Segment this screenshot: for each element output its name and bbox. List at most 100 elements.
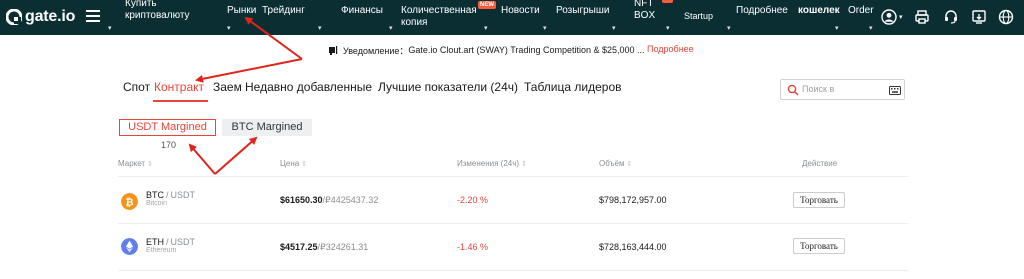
- chevron-down-icon: ▾: [869, 25, 873, 32]
- column-header-change[interactable]: Изменения (24ч) ⇕: [457, 159, 527, 168]
- column-header-market-label: Маркет: [118, 159, 146, 168]
- chevron-down-icon: ▾: [227, 25, 231, 32]
- printer-icon[interactable]: [914, 9, 930, 25]
- price-rub: /₽324261.31: [317, 242, 369, 252]
- nav-copy-trading[interactable]: Количественная копия NEW ▾: [401, 1, 496, 32]
- chevron-down-icon: ▾: [543, 25, 547, 32]
- change-cell: -1.46 %: [457, 242, 489, 252]
- nav-startup[interactable]: Startup ▾: [684, 10, 731, 32]
- base-asset: ETH: [146, 237, 164, 247]
- nav-finance-label: Финансы: [341, 5, 383, 16]
- volume-cell: $728,163,444.00: [599, 242, 667, 252]
- annotation-arrow: [214, 136, 258, 175]
- nav-giveaways[interactable]: Розыгрыши ▾: [556, 5, 616, 32]
- column-header-market[interactable]: Маркет ⇕: [118, 159, 153, 168]
- nav-startup-label: Startup: [684, 11, 714, 21]
- chevron-down-icon: ▾: [484, 25, 488, 32]
- support-icon[interactable]: [943, 9, 959, 25]
- announcement-bar[interactable]: Уведомление： Gate.io Clout.art (SWAY) Tr…: [328, 44, 694, 56]
- tab-leaderboard[interactable]: Таблица лидеров: [524, 80, 622, 94]
- tab-spot[interactable]: Спот: [123, 80, 150, 94]
- nav-buy-crypto[interactable]: Купить криптовалюту ▾: [108, 0, 190, 32]
- globe-icon[interactable]: [998, 9, 1014, 25]
- nav-wallet-label: кошелек: [798, 5, 840, 16]
- nav-nft-label-2: BOX: [634, 10, 656, 21]
- btc-margined-button[interactable]: BTC Margined: [222, 119, 312, 136]
- price-usd: $4517.25: [280, 242, 318, 252]
- nav-news[interactable]: Новости ▾: [501, 5, 547, 32]
- nav-giveaways-label: Розыгрыши: [556, 5, 610, 16]
- keyboard-icon[interactable]: [889, 86, 901, 95]
- price-usd: $61650.30: [280, 195, 323, 205]
- price-rub: /₽4425437.32: [322, 195, 379, 205]
- tab-contract[interactable]: Контракт: [154, 80, 204, 94]
- table-row[interactable]: ₿ BTC / USDT Bitcoin $61650.30/₽4425437.32…: [0, 177, 1024, 223]
- change-cell: -2.20 %: [457, 195, 489, 205]
- chevron-down-icon: ▾: [108, 25, 112, 32]
- trade-button[interactable]: Торговать: [793, 192, 845, 208]
- search-icon: [787, 84, 799, 96]
- hamburger-menu-icon[interactable]: [86, 10, 100, 22]
- table-divider: [118, 270, 908, 271]
- svg-text:₿: ₿: [125, 196, 133, 208]
- nav-order-label: Order: [848, 5, 874, 16]
- chevron-down-icon: ▾: [835, 25, 839, 32]
- nav-news-label: Новости: [501, 5, 540, 16]
- column-header-price[interactable]: Цена ⇕: [280, 159, 307, 168]
- ethereum-icon: [121, 238, 138, 255]
- tab-top-gainers[interactable]: Лучшие показатели (24ч): [378, 80, 518, 94]
- contract-count: 170: [161, 140, 177, 150]
- price-cell: $61650.30/₽4425437.32: [280, 195, 378, 206]
- notice-text[interactable]: Gate.io Clout.art (SWAY) Trading Competi…: [408, 45, 644, 55]
- column-header-volume[interactable]: Объём ⇕: [599, 159, 632, 168]
- bitcoin-icon: ₿: [121, 193, 138, 210]
- volume-cell: $798,172,957.00: [599, 195, 667, 205]
- sort-icon: ⇕: [301, 161, 308, 168]
- notice-more-link[interactable]: Подробнее: [647, 44, 694, 54]
- gate-logo[interactable]: gate.io: [6, 8, 75, 26]
- annotation-arrow: [188, 143, 216, 175]
- quote-asset: USDT: [170, 190, 196, 200]
- nav-more-label: Подробнее: [736, 5, 788, 16]
- nav-finance[interactable]: Финансы ▾: [341, 5, 393, 32]
- price-cell: $4517.25/₽324261.31: [280, 242, 368, 253]
- chevron-down-icon: ▾: [389, 25, 393, 32]
- coin-name: Bitcoin: [146, 200, 168, 207]
- tab-loan[interactable]: Заем: [213, 80, 242, 94]
- chevron-down-icon: ▾: [666, 25, 670, 32]
- tab-new-listings[interactable]: Недавно добавленные: [245, 80, 372, 94]
- nav-trading[interactable]: Трейдинг ▾: [262, 5, 322, 32]
- nav-copy-trading-label-1: Количественная: [401, 5, 477, 16]
- user-icon[interactable]: [881, 9, 897, 25]
- brand-name: gate.io: [25, 8, 76, 25]
- gate-logo-icon: [6, 9, 22, 25]
- active-tab-underline: [153, 100, 208, 102]
- table-row[interactable]: ETH / USDT Ethereum $4517.25/₽324261.31 -1…: [0, 224, 1024, 270]
- chevron-down-icon: ▾: [727, 25, 731, 32]
- nav-nft-box[interactable]: NFT BOX ▾: [634, 0, 673, 32]
- nav-nft-label-1: NFT: [634, 0, 654, 9]
- nav-markets-label: Рынки: [227, 5, 257, 16]
- top-navigation-bar: gate.io Купить криптовалюту ▾ Рынки ▾ Тр…: [0, 0, 1024, 35]
- nav-wallet[interactable]: кошелек ▾: [798, 5, 840, 32]
- download-icon[interactable]: [971, 9, 987, 25]
- search-input[interactable]: Поиск в: [780, 79, 905, 100]
- nav-order[interactable]: Order ▾: [848, 5, 874, 32]
- search-placeholder: Поиск в: [802, 84, 835, 94]
- sort-icon: ⇕: [626, 161, 633, 168]
- pair-label: BTC / USDT: [146, 190, 195, 200]
- column-header-price-label: Цена: [280, 159, 300, 168]
- column-header-change-label: Изменения (24ч): [457, 159, 520, 168]
- base-asset: BTC: [146, 190, 164, 200]
- pair-separator: /: [166, 190, 169, 200]
- new-badge-icon: [662, 0, 673, 3]
- usdt-margined-button[interactable]: USDT Margined: [119, 119, 216, 136]
- sort-icon: ⇕: [521, 161, 527, 168]
- chevron-down-icon: ▾: [318, 25, 322, 32]
- nav-more[interactable]: Подробнее: [736, 5, 788, 17]
- chevron-down-icon: ▾: [612, 25, 616, 32]
- nav-markets[interactable]: Рынки ▾: [227, 5, 257, 32]
- quote-asset: USDT: [170, 237, 196, 247]
- notice-label: Уведомление：: [343, 45, 409, 56]
- trade-button[interactable]: Торговать: [793, 238, 845, 254]
